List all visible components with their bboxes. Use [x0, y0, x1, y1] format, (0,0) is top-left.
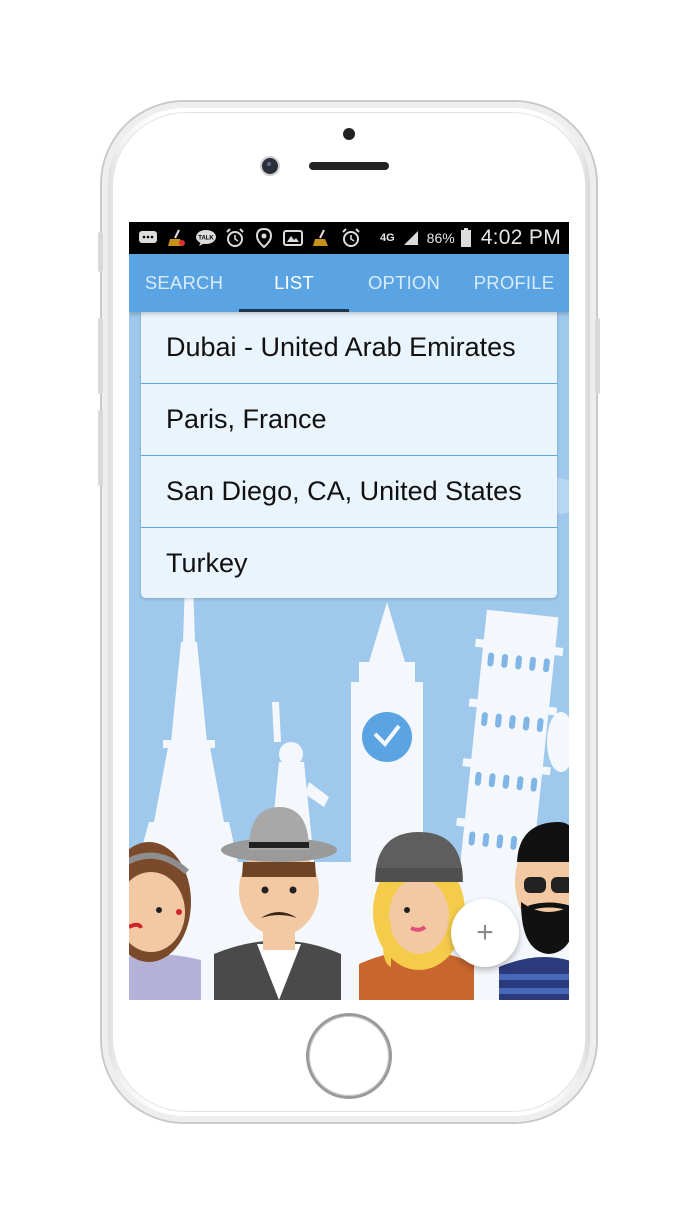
location-icon [253, 227, 275, 249]
home-button[interactable] [309, 1016, 389, 1096]
network-type: 4G [379, 232, 395, 244]
list-item[interactable]: Paris, France [141, 384, 557, 456]
volume-up-button [98, 318, 103, 394]
signal-icon [400, 227, 422, 249]
chat-bubble-icon [137, 227, 159, 249]
mute-switch [98, 232, 103, 272]
system-status: 4G 86% 4:02 PM [380, 226, 561, 250]
battery-icon [460, 227, 472, 249]
svg-text:TALK: TALK [198, 236, 214, 242]
earpiece-speaker [309, 162, 389, 170]
list-item[interactable]: Dubai - United Arab Emirates [141, 312, 557, 384]
tab-search[interactable]: SEARCH [129, 254, 239, 312]
status-time: 4:02 PM [480, 226, 561, 249]
alarm-icon [224, 227, 246, 249]
proximity-sensor [343, 128, 355, 140]
tab-list[interactable]: LIST [239, 254, 349, 312]
talk-icon: TALK [195, 227, 217, 249]
tab-bar: SEARCH LIST OPTION PROFILE [129, 254, 569, 312]
gallery-icon [282, 227, 304, 249]
front-camera [262, 158, 278, 174]
alarm-icon [340, 227, 362, 249]
broom-icon [166, 227, 188, 249]
power-button [595, 318, 600, 394]
battery-percentage: 86% [426, 230, 455, 246]
plus-icon: + [476, 916, 494, 949]
list-item[interactable]: Turkey [141, 528, 557, 598]
volume-down-button [98, 410, 103, 486]
notification-icons: TALK [137, 227, 362, 249]
status-bar: TALK 4G 86% 4:02 PM [129, 222, 569, 254]
destination-list: Dubai - United Arab Emirates Paris, Fran… [141, 312, 557, 598]
list-item[interactable]: San Diego, CA, United States [141, 456, 557, 528]
app-screen: TALK 4G 86% 4:02 PM SEARCH LIST OPTION P… [129, 222, 569, 1000]
add-destination-button[interactable]: + [451, 899, 519, 967]
tab-option[interactable]: OPTION [349, 254, 459, 312]
broom-icon [311, 227, 333, 249]
tab-profile[interactable]: PROFILE [459, 254, 569, 312]
